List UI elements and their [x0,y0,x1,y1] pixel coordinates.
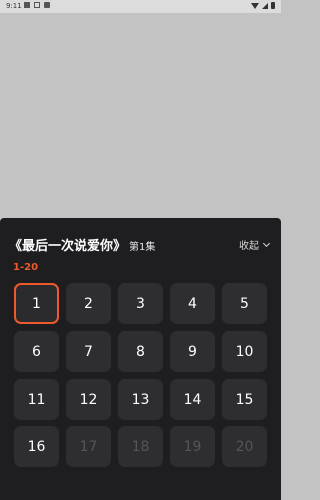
episode-button-5[interactable]: 5 [222,283,267,324]
app-notification-icon [34,2,40,8]
dot-notification-icon [44,2,50,8]
chevron-down-icon [262,239,271,247]
wifi-icon [251,2,259,9]
episode-button-12[interactable]: 12 [66,379,111,420]
gallery-notification-icon [24,2,30,8]
collapse-label: 收起 [239,241,259,252]
episode-button-4[interactable]: 4 [170,283,215,324]
episode-button-3[interactable]: 3 [118,283,163,324]
episode-button-1[interactable]: 1 [14,283,59,324]
episode-button-8[interactable]: 8 [118,331,163,372]
episode-range-tab[interactable]: 1-20 [13,262,38,273]
episode-button-14[interactable]: 14 [170,379,215,420]
status-bar: 9:11 [0,0,281,13]
status-system-icons [251,2,275,9]
episode-button-18[interactable]: 18 [118,426,163,467]
episode-button-17[interactable]: 17 [66,426,111,467]
episode-button-10[interactable]: 10 [222,331,267,372]
episode-selector-panel: 《最后一次说爱你》 第1集 收起 1-20 1 2 3 4 5 6 7 8 9 10 11 12 13 1… [0,218,281,500]
episode-button-7[interactable]: 7 [66,331,111,372]
battery-icon [271,2,275,9]
episode-button-16[interactable]: 16 [14,426,59,467]
cell-signal-icon [262,2,268,9]
episode-button-19[interactable]: 19 [170,426,215,467]
episode-button-11[interactable]: 11 [14,379,59,420]
episode-button-9[interactable]: 9 [170,331,215,372]
status-time: 9:11 [6,2,22,10]
video-player-area[interactable] [0,13,281,218]
episode-button-2[interactable]: 2 [66,283,111,324]
collapse-button[interactable]: 收起 [239,237,271,252]
episode-button-13[interactable]: 13 [118,379,163,420]
drama-title: 《最后一次说爱你》 [9,239,127,254]
current-episode-label: 第1集 [129,242,156,253]
episode-button-15[interactable]: 15 [222,379,267,420]
panel-header: 《最后一次说爱你》 第1集 收起 [0,234,281,254]
status-notification-icons [24,2,50,8]
episode-button-6[interactable]: 6 [14,331,59,372]
episode-button-20[interactable]: 20 [222,426,267,467]
